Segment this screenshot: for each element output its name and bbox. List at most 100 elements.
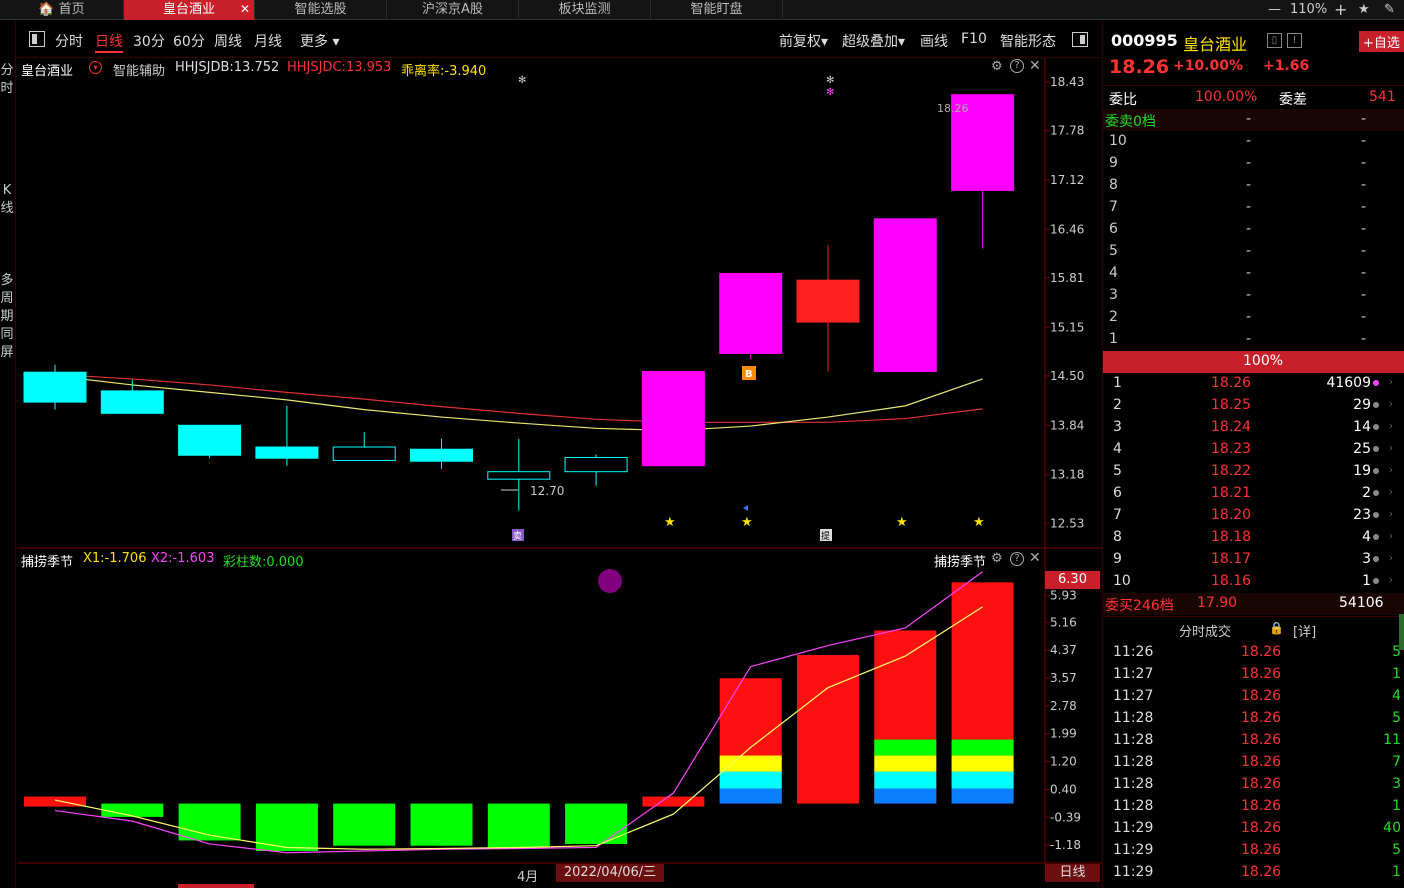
tb-adjust[interactable]: 前复权▾ (779, 31, 828, 51)
level-price: 18.24 (1211, 419, 1252, 435)
tb-30min[interactable]: 30分 (133, 31, 165, 51)
minimize-icon[interactable]: — (1268, 0, 1281, 20)
side-fenshi[interactable]: 分时 (0, 62, 14, 98)
level-price: 18.20 (1211, 507, 1252, 523)
sub-title: 捕捞季节 (21, 555, 74, 570)
layout-toggle-icon[interactable] (29, 31, 45, 47)
sell-level-row[interactable]: 9 - - (1103, 153, 1404, 175)
scrollbar[interactable] (1399, 614, 1404, 650)
kline-chart[interactable]: 18.43 17.78 17.12 16.46 15.81 15.15 14.50 13.84… (17, 58, 1102, 888)
tb-weekly[interactable]: 周线 (214, 31, 242, 51)
stock-name: 皇台酒业 (1183, 35, 1248, 54)
close-icon[interactable]: ✕ (240, 0, 250, 19)
macd-bar (797, 655, 859, 804)
tab-home[interactable]: 🏠 首页 (0, 0, 124, 20)
trade-volume: 5 (1392, 710, 1401, 726)
trade-volume: 5 (1392, 842, 1401, 858)
buy-level-row[interactable]: 3 18.24 14 › (1103, 417, 1404, 439)
tab-stock-active[interactable]: 皇台酒业 ✕ (124, 0, 255, 20)
trade-time: 11:28 (1113, 754, 1154, 770)
settings-icon[interactable]: ⚙ (991, 59, 1003, 74)
sell-level-row[interactable]: 1 - - (1103, 329, 1404, 351)
star-icon[interactable]: ★ (1358, 0, 1370, 20)
sell-level-row[interactable]: 8 - - (1103, 175, 1404, 197)
panel-toggle-icon[interactable] (1072, 32, 1088, 47)
assist-label[interactable]: 智能辅助 (113, 60, 165, 79)
sub-axis-label: 3.57 (1050, 671, 1077, 685)
level-arrow-icon: › (1389, 377, 1393, 388)
signal-dot-icon: ✻ (826, 75, 834, 86)
level-dot-icon (1373, 402, 1379, 408)
side-multi-period[interactable]: 多周期同屏 (0, 272, 14, 362)
sub-axis-label: 2.78 (1050, 699, 1077, 713)
level-num: 2 (1109, 309, 1118, 325)
buy-level-row[interactable]: 2 18.25 29 › (1103, 395, 1404, 417)
buy-level-row[interactable]: 4 18.23 25 › (1103, 439, 1404, 461)
sell-level-row[interactable]: 5 - - (1103, 241, 1404, 263)
sub-close-icon[interactable]: ✕ (1029, 550, 1041, 566)
sell-level-row[interactable]: 7 - - (1103, 197, 1404, 219)
macd-segment (951, 771, 1014, 789)
level-arrow-icon: › (1389, 421, 1393, 432)
tab-smart-watch[interactable]: 智能盯盘 (651, 0, 783, 20)
tb-60min[interactable]: 60分 (173, 31, 205, 51)
price-axis-label: 17.12 (1050, 173, 1084, 187)
sub-axis-label: -1.18 (1050, 838, 1081, 852)
buy-level-row[interactable]: 7 18.20 23 › (1103, 505, 1404, 527)
level-price: 18.16 (1211, 573, 1252, 589)
info-icon[interactable]: ! (1287, 33, 1302, 48)
sell-level-row[interactable]: 10 - - (1103, 131, 1404, 153)
tb-draw[interactable]: 画线 (920, 31, 948, 51)
tb-overlay[interactable]: 超级叠加▾ (842, 31, 905, 51)
buy-level-row[interactable]: 6 18.21 2 › (1103, 483, 1404, 505)
side-kline[interactable]: K线 (0, 182, 14, 218)
sub-settings-icon[interactable]: ⚙ (991, 551, 1003, 566)
sub-help-icon[interactable]: ? (1010, 552, 1024, 566)
macd-segment (951, 755, 1014, 772)
buy-level-row[interactable]: 10 18.16 1 › (1103, 571, 1404, 593)
trade-time: 11:29 (1113, 842, 1154, 858)
buy-header: 委买246档 17.90 54106 (1103, 593, 1404, 615)
lock-small-icon[interactable]: 🔒 (1269, 621, 1284, 635)
tb-f10[interactable]: F10 (961, 31, 987, 47)
macd-bar (101, 803, 164, 817)
weicha-value: 541 (1369, 89, 1396, 105)
tb-monthly[interactable]: 月线 (254, 31, 282, 51)
tab-sector-monitor[interactable]: 板块监测 (519, 0, 651, 20)
scroll-indicator[interactable] (178, 884, 254, 888)
price-axis-label: 15.15 (1050, 320, 1084, 334)
sell-level-row[interactable]: 6 - - (1103, 219, 1404, 241)
level-dot-icon (1373, 490, 1379, 496)
trade-volume: 1 (1392, 798, 1401, 814)
add-icon[interactable]: + (1334, 0, 1347, 20)
level-num: 3 (1113, 419, 1122, 435)
pin-icon[interactable]: ✎ (1384, 0, 1395, 20)
sell-level-row[interactable]: 4 - - (1103, 263, 1404, 285)
level-num: 6 (1109, 221, 1118, 237)
tab-hs-a-shares[interactable]: 沪深京A股 (387, 0, 519, 20)
buy-level-row[interactable]: 9 18.17 3 › (1103, 549, 1404, 571)
sell-level-row[interactable]: 3 - - (1103, 285, 1404, 307)
tb-pattern[interactable]: 智能形态 (1000, 31, 1056, 51)
close-panel-icon[interactable]: ✕ (1029, 58, 1041, 74)
level-dot-icon (1373, 578, 1379, 584)
buy-level-row[interactable]: 1 18.26 41609 › (1103, 373, 1404, 395)
buy-level-row[interactable]: 8 18.18 4 › (1103, 527, 1404, 549)
lock-icon[interactable]: ▯ (1267, 33, 1282, 48)
dropdown-icon[interactable]: ▾ (89, 61, 102, 74)
trade-price: 18.26 (1241, 776, 1282, 792)
trades-detail-link[interactable]: [详] (1293, 621, 1316, 640)
level-dot-icon (1373, 534, 1379, 540)
buy-level-row[interactable]: 5 18.22 19 › (1103, 461, 1404, 483)
buy-head-vol: 54106 (1339, 595, 1384, 611)
sell-level-row[interactable]: 2 - - (1103, 307, 1404, 329)
tb-fenshi[interactable]: 分时 (55, 31, 83, 51)
add-favorite-button[interactable]: +自选 (1359, 31, 1404, 52)
price-axis-label: 16.46 (1050, 222, 1084, 236)
trade-price: 18.26 (1241, 754, 1282, 770)
tab-smart-select[interactable]: 智能选股 (255, 0, 387, 20)
tb-daily[interactable]: 日线 (95, 31, 123, 53)
help-icon[interactable]: ? (1010, 59, 1024, 73)
tb-more[interactable]: 更多 ▾ (300, 31, 339, 51)
sub-axis-label: -0.39 (1050, 810, 1081, 824)
